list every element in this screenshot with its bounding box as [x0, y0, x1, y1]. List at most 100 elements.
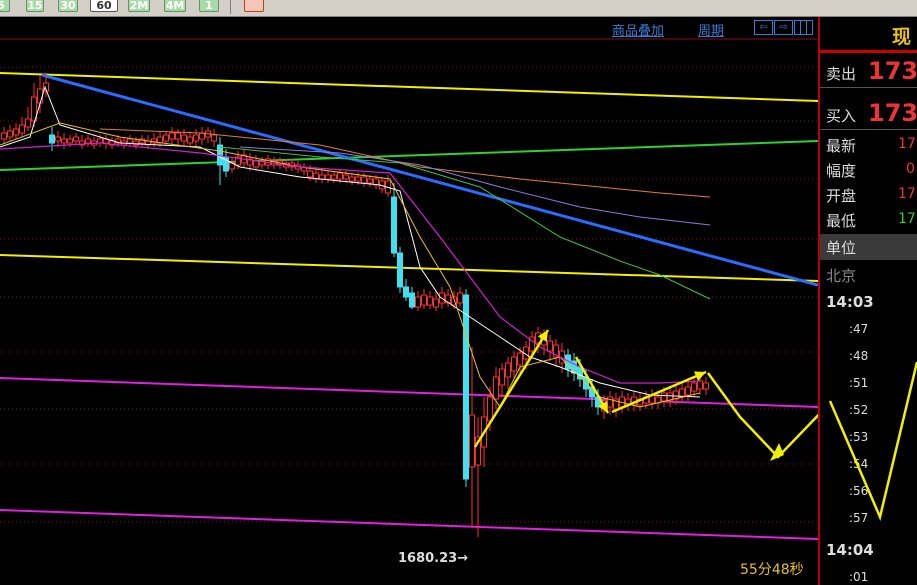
candle	[211, 129, 217, 147]
candle	[229, 157, 235, 173]
period-60-button[interactable]: 60	[90, 0, 118, 12]
countdown-timer: 55分48秒	[740, 562, 804, 578]
layout-toggle-icon[interactable]	[794, 20, 813, 35]
candle	[703, 377, 709, 395]
candle-body	[355, 176, 361, 182]
candle	[625, 393, 631, 411]
channel-lower-yellow	[0, 254, 818, 282]
candle-body	[61, 138, 67, 144]
candle	[475, 417, 481, 537]
candle	[103, 135, 109, 149]
forecast-arrow-up-2	[611, 370, 707, 414]
candle	[241, 149, 247, 167]
calendar-icon[interactable]	[244, 0, 264, 12]
candle-body	[55, 136, 61, 142]
candle-body	[175, 132, 181, 140]
candle-body	[493, 376, 499, 400]
candle	[667, 387, 673, 407]
candle-body	[187, 136, 193, 144]
candle	[145, 135, 151, 149]
candle-body	[85, 138, 91, 144]
candle-body	[1, 132, 7, 140]
period-toolbar: 5 15 30 60 2M 4M 1	[0, 0, 917, 17]
candle-body	[307, 170, 313, 178]
candle	[391, 183, 397, 257]
period-5-button[interactable]: 5	[0, 0, 10, 12]
candle-body	[457, 292, 463, 304]
candle-body	[691, 382, 697, 392]
candle	[25, 107, 31, 131]
forecast-arrow-up-1	[473, 329, 550, 448]
scroll-right-icon[interactable]: ⇨	[774, 20, 793, 35]
candle-body	[253, 160, 259, 168]
candle	[349, 173, 355, 185]
forecast-path	[706, 372, 818, 459]
candle-body	[403, 286, 409, 298]
candle-body	[343, 174, 349, 180]
candle	[445, 289, 451, 307]
toolbar-divider	[230, 0, 231, 14]
kline-chart[interactable]: 商品叠加 周期 ⇦ ⇨ 1680.23→ 55分48秒	[0, 17, 818, 585]
panel-forecast-arrow	[828, 361, 917, 521]
candle	[193, 129, 199, 147]
candle-body	[367, 178, 373, 184]
candle	[547, 335, 553, 361]
candle-body	[73, 136, 79, 142]
candle	[61, 133, 67, 149]
candle	[553, 339, 559, 367]
candle-body	[697, 380, 703, 390]
candle	[415, 291, 421, 311]
candle	[73, 133, 79, 145]
candle	[403, 279, 409, 301]
candle-body	[199, 132, 205, 140]
candle	[493, 367, 499, 409]
scroll-left-icon[interactable]: ⇦	[754, 20, 773, 35]
candle-body	[25, 118, 31, 128]
candle-body	[49, 134, 55, 144]
candle-body	[511, 356, 517, 372]
candle-body	[325, 174, 331, 180]
candle-body	[181, 134, 187, 142]
candle	[409, 287, 415, 309]
candle-body	[169, 132, 175, 140]
candle	[7, 125, 13, 141]
candle-body	[463, 294, 469, 480]
candle	[427, 291, 433, 309]
candlesticks	[1, 73, 709, 537]
period-link[interactable]: 周期	[698, 20, 724, 39]
candle	[85, 135, 91, 147]
candle-body	[127, 138, 133, 144]
candle-body	[427, 296, 433, 306]
candle	[79, 135, 85, 149]
period-30-button[interactable]: 30	[58, 0, 78, 12]
overlay-commodity-link[interactable]: 商品叠加	[612, 20, 664, 39]
candle	[301, 163, 307, 175]
candle	[139, 135, 145, 147]
candle-body	[433, 298, 439, 308]
candle	[19, 117, 25, 137]
candle	[469, 347, 475, 527]
candle	[55, 131, 61, 147]
chart-nav-controls: ⇦ ⇨	[754, 20, 816, 35]
candle-body	[409, 292, 415, 308]
candle	[181, 129, 187, 147]
candle-body	[517, 352, 523, 366]
candle-body	[331, 174, 337, 180]
candle-body	[133, 140, 139, 146]
candle	[31, 83, 37, 127]
candle-body	[337, 172, 343, 180]
candle	[199, 127, 205, 145]
candle-body	[661, 392, 667, 402]
period-2m-button[interactable]: 2M	[128, 0, 150, 12]
period-1-button[interactable]: 1	[199, 0, 219, 12]
candle-body	[319, 174, 325, 180]
candle-body	[7, 130, 13, 138]
channel-magenta-upper	[0, 377, 818, 408]
period-4m-button[interactable]: 4M	[164, 0, 186, 12]
candle	[49, 127, 55, 151]
candle-body	[37, 88, 43, 104]
candle	[223, 149, 229, 177]
period-15-button[interactable]: 15	[26, 0, 44, 12]
chart-grid	[0, 38, 818, 523]
candle-body	[349, 176, 355, 182]
